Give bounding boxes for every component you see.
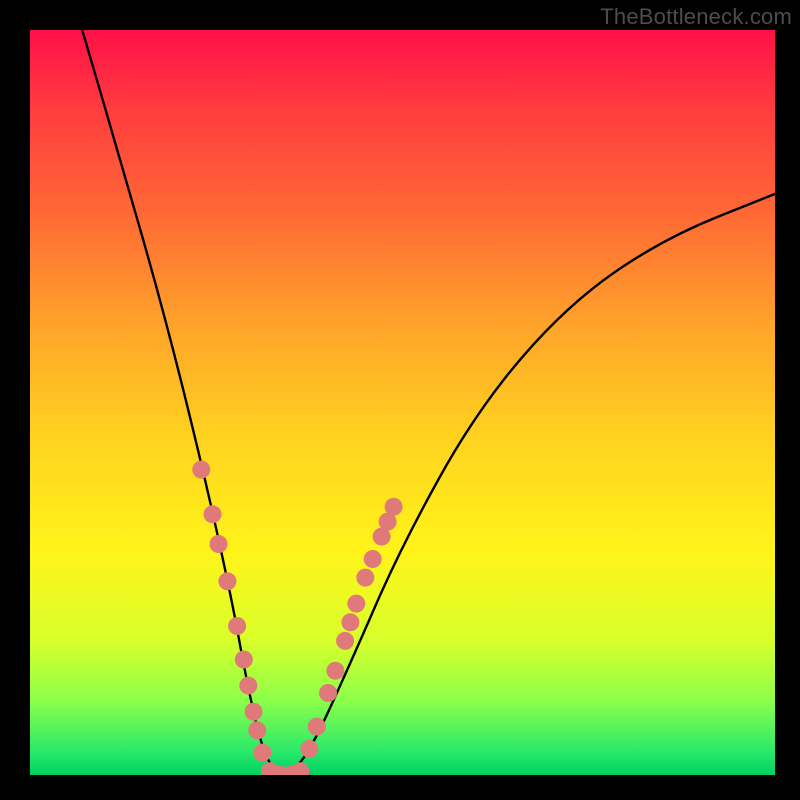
highlight-dot	[245, 703, 263, 721]
chart-svg	[30, 30, 775, 775]
chart-stage: TheBottleneck.com	[0, 0, 800, 800]
highlight-dot	[336, 632, 354, 650]
highlight-dot	[204, 505, 222, 523]
highlight-dot	[291, 762, 309, 775]
highlight-dot	[228, 617, 246, 635]
bottleneck-curve	[82, 30, 775, 775]
highlight-dot	[347, 595, 365, 613]
highlight-dot	[364, 550, 382, 568]
highlight-dot	[341, 613, 359, 631]
highlight-dot	[356, 569, 374, 587]
highlight-dot	[319, 684, 337, 702]
highlight-dot	[192, 461, 210, 479]
highlight-dot	[218, 572, 236, 590]
highlight-dot	[326, 662, 344, 680]
highlight-dot	[385, 498, 403, 516]
highlight-dot	[239, 677, 257, 695]
highlight-dot	[248, 721, 266, 739]
highlight-dot	[300, 740, 318, 758]
highlight-dot	[308, 718, 326, 736]
highlight-dot	[253, 744, 271, 762]
watermark-text: TheBottleneck.com	[600, 4, 792, 30]
plot-area	[30, 30, 775, 775]
highlight-dot	[235, 651, 253, 669]
highlight-dot	[210, 535, 228, 553]
